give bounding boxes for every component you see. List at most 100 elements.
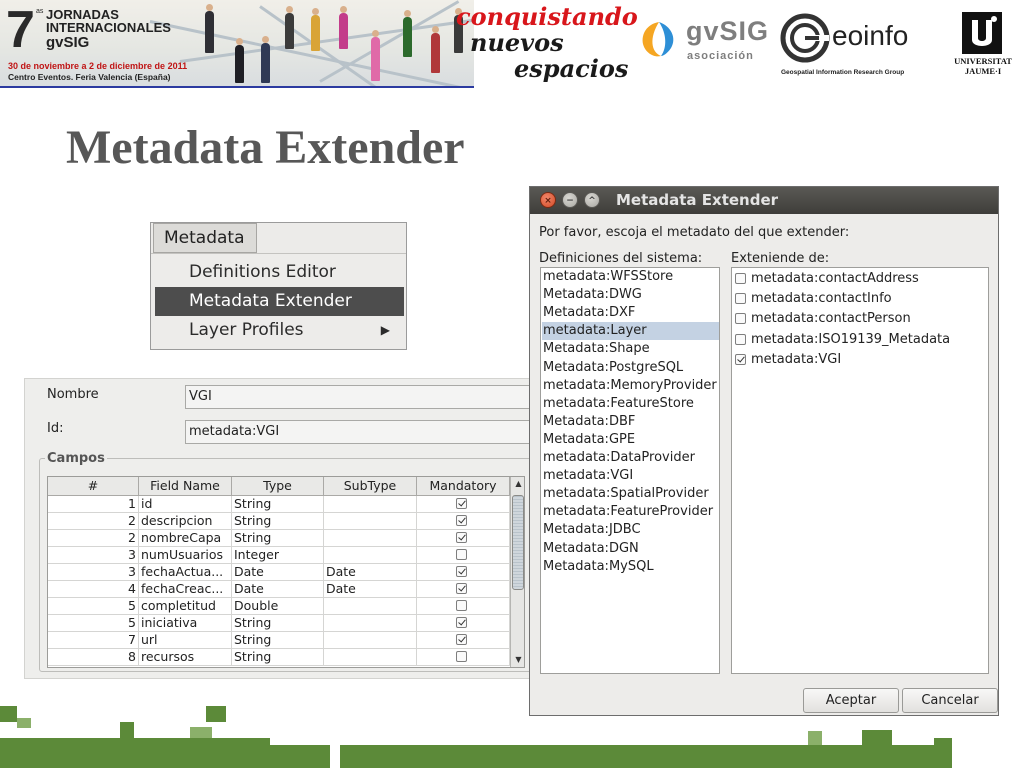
scroll-up-arrow-icon[interactable]: ▲ bbox=[511, 477, 524, 491]
cell-type[interactable]: String bbox=[232, 530, 324, 547]
menu-item-definitions-editor[interactable]: Definitions Editor bbox=[155, 258, 404, 287]
definition-list-item[interactable]: metadata:DataProvider bbox=[542, 449, 719, 467]
cell-field-name[interactable]: iniciativa bbox=[139, 615, 232, 632]
cell-number[interactable]: 4 bbox=[48, 581, 139, 598]
cell-subtype[interactable] bbox=[324, 615, 417, 632]
table-row[interactable]: 3 numUsuarios Integer bbox=[48, 547, 510, 564]
definition-list-item[interactable]: metadata:MemoryProvider bbox=[542, 377, 719, 395]
cell-field-name[interactable]: numUsuarios bbox=[139, 547, 232, 564]
cell-field-name[interactable]: url bbox=[139, 632, 232, 649]
nombre-field[interactable]: VGI bbox=[185, 385, 531, 409]
table-row[interactable]: 7 url String bbox=[48, 632, 510, 649]
definition-list-item[interactable]: Metadata:DGN bbox=[542, 540, 719, 558]
cancel-button[interactable]: Cancelar bbox=[902, 688, 998, 713]
definition-list-item[interactable]: metadata:VGI bbox=[542, 467, 719, 485]
cell-field-name[interactable]: nombreCapa bbox=[139, 530, 232, 547]
cell-type[interactable]: String bbox=[232, 513, 324, 530]
definition-list-item[interactable]: Metadata:DXF bbox=[542, 304, 719, 322]
cell-type[interactable]: Date bbox=[232, 581, 324, 598]
mandatory-checkbox[interactable] bbox=[456, 549, 467, 560]
mandatory-checkbox[interactable] bbox=[456, 566, 467, 577]
definition-list-item[interactable]: Metadata:JDBC bbox=[542, 521, 719, 539]
cell-field-name[interactable]: recursos bbox=[139, 649, 232, 666]
table-row[interactable]: 4 fechaCreac... Date Date bbox=[48, 581, 510, 598]
scrollbar-thumb[interactable] bbox=[512, 495, 524, 590]
definition-list-item[interactable]: Metadata:PostgreSQL bbox=[542, 359, 719, 377]
window-maximize-icon[interactable]: ^ bbox=[584, 192, 600, 208]
cell-number[interactable]: 3 bbox=[48, 547, 139, 564]
extends-checkbox[interactable] bbox=[735, 313, 746, 325]
definition-list-item[interactable]: Metadata:DWG bbox=[542, 286, 719, 304]
table-row[interactable]: 8 recursos String bbox=[48, 649, 510, 666]
cell-field-name[interactable]: id bbox=[139, 496, 232, 513]
cell-number[interactable]: 2 bbox=[48, 530, 139, 547]
definitions-list[interactable]: metadata:WFSStore Metadata:DWG Metadata:DX… bbox=[540, 267, 720, 674]
cell-number[interactable]: 5 bbox=[48, 598, 139, 615]
cell-type[interactable]: Double bbox=[232, 598, 324, 615]
extends-list-item[interactable]: metadata:contactAddress bbox=[733, 269, 919, 289]
accept-button[interactable]: Aceptar bbox=[803, 688, 899, 713]
cell-field-name[interactable]: completitud bbox=[139, 598, 232, 615]
scroll-down-arrow-icon[interactable]: ▼ bbox=[511, 653, 524, 667]
definition-list-item[interactable]: Metadata:Shape bbox=[542, 340, 719, 358]
cell-subtype[interactable] bbox=[324, 496, 417, 513]
definition-list-item[interactable]: Metadata:MySQL bbox=[542, 558, 719, 576]
definition-list-item[interactable]: metadata:Layer bbox=[542, 322, 719, 341]
column-header-number[interactable]: # bbox=[48, 477, 139, 496]
definition-list-item[interactable]: Metadata:GPE bbox=[542, 431, 719, 449]
cell-type[interactable]: Integer bbox=[232, 547, 324, 564]
extends-list-item[interactable]: metadata:VGI bbox=[733, 350, 841, 370]
extends-checkbox[interactable] bbox=[735, 293, 746, 305]
extends-list-item[interactable]: metadata:contactInfo bbox=[733, 289, 892, 309]
extends-checkbox[interactable] bbox=[735, 353, 746, 365]
cell-number[interactable]: 5 bbox=[48, 615, 139, 632]
cell-field-name[interactable]: fechaCreac... bbox=[139, 581, 232, 598]
cell-field-name[interactable]: descripcion bbox=[139, 513, 232, 530]
extends-list[interactable]: metadata:contactAddress metadata:contactI… bbox=[731, 267, 989, 674]
mandatory-checkbox[interactable] bbox=[456, 583, 467, 594]
column-header-subtype[interactable]: SubType bbox=[324, 477, 417, 496]
mandatory-checkbox[interactable] bbox=[456, 498, 467, 509]
cell-subtype[interactable]: Date bbox=[324, 581, 417, 598]
column-header-field-name[interactable]: Field Name bbox=[139, 477, 232, 496]
cell-subtype[interactable] bbox=[324, 513, 417, 530]
mandatory-checkbox[interactable] bbox=[456, 532, 467, 543]
menu-metadata[interactable]: Metadata bbox=[153, 223, 257, 253]
cell-type[interactable]: String bbox=[232, 615, 324, 632]
table-row[interactable]: 3 fechaActua... Date Date bbox=[48, 564, 510, 581]
cell-subtype[interactable] bbox=[324, 547, 417, 564]
menu-item-metadata-extender[interactable]: Metadata Extender bbox=[155, 287, 404, 316]
mandatory-checkbox[interactable] bbox=[456, 634, 467, 645]
cell-number[interactable]: 8 bbox=[48, 649, 139, 666]
id-field[interactable]: metadata:VGI bbox=[185, 420, 531, 444]
cell-subtype[interactable] bbox=[324, 530, 417, 547]
extends-checkbox[interactable] bbox=[735, 333, 746, 345]
cell-subtype[interactable] bbox=[324, 632, 417, 649]
cell-subtype[interactable] bbox=[324, 649, 417, 666]
definition-list-item[interactable]: metadata:SpatialProvider bbox=[542, 485, 719, 503]
extends-checkbox[interactable] bbox=[735, 273, 746, 284]
definition-list-item[interactable]: metadata:FeatureProvider bbox=[542, 503, 719, 521]
extends-list-item[interactable]: metadata:ISO19139_Metadata bbox=[733, 330, 950, 350]
table-row[interactable]: 2 descripcion String bbox=[48, 513, 510, 530]
mandatory-checkbox[interactable] bbox=[456, 515, 467, 526]
definition-list-item[interactable]: metadata:FeatureStore bbox=[542, 395, 719, 413]
extends-list-item[interactable]: metadata:contactPerson bbox=[733, 309, 911, 329]
mandatory-checkbox[interactable] bbox=[456, 617, 467, 628]
mandatory-checkbox[interactable] bbox=[456, 651, 467, 662]
cell-type[interactable]: String bbox=[232, 632, 324, 649]
table-row[interactable]: 5 completitud Double bbox=[48, 598, 510, 615]
table-row[interactable]: 2 nombreCapa String bbox=[48, 530, 510, 547]
definition-list-item[interactable]: Metadata:DBF bbox=[542, 413, 719, 431]
column-header-type[interactable]: Type bbox=[232, 477, 324, 496]
cell-number[interactable]: 3 bbox=[48, 564, 139, 581]
table-row[interactable]: 1 id String bbox=[48, 496, 510, 513]
cell-number[interactable]: 1 bbox=[48, 496, 139, 513]
mandatory-checkbox[interactable] bbox=[456, 600, 467, 611]
cell-type[interactable]: Date bbox=[232, 564, 324, 581]
cell-type[interactable]: String bbox=[232, 649, 324, 666]
column-header-mandatory[interactable]: Mandatory bbox=[417, 477, 510, 496]
table-scrollbar[interactable]: ▲ ▼ bbox=[510, 477, 524, 667]
table-row[interactable]: 5 iniciativa String bbox=[48, 615, 510, 632]
cell-type[interactable]: String bbox=[232, 496, 324, 513]
